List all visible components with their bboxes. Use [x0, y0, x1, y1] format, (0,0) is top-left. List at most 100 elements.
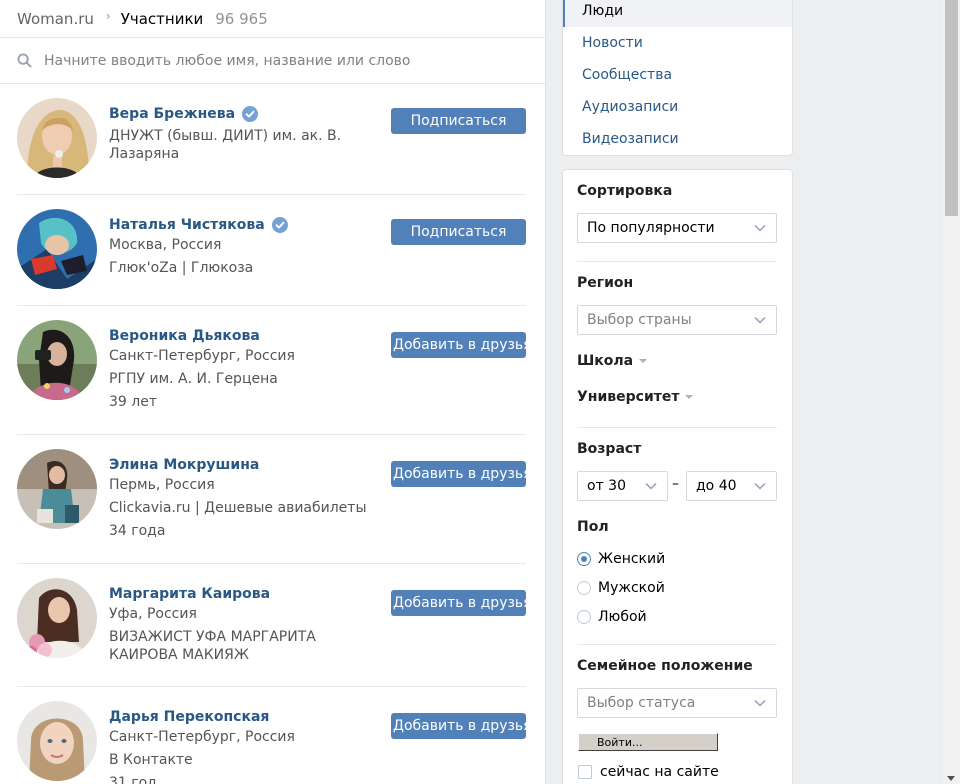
gender-option-any[interactable]: Любой — [577, 602, 665, 631]
breadcrumb-separator-icon: › — [105, 8, 111, 23]
person-info-line: Clickavia.ru | Дешевые авиабилеты — [109, 500, 367, 516]
search-input[interactable] — [44, 52, 464, 69]
person-info-line: 31 год — [109, 775, 157, 784]
avatar[interactable] — [17, 449, 97, 529]
gender-option-label: Мужской — [598, 579, 665, 596]
verified-icon — [242, 106, 259, 122]
person-info-line: Пермь, Россия — [109, 477, 215, 493]
gender-title: Пол — [577, 519, 609, 535]
person-name-link[interactable]: Вера Брежнева — [109, 105, 235, 123]
list-item: Элина Мокрушина Пермь, Россия Clickavia.… — [17, 435, 526, 564]
country-select-placeholder: Выбор страны — [587, 312, 692, 328]
chevron-down-icon — [754, 699, 766, 707]
nav-item-people[interactable]: Люди — [563, 0, 792, 27]
sort-select-value: По популярности — [587, 220, 715, 236]
gender-radio-group: Женский Мужской Любой — [577, 544, 665, 631]
list-item: Вера Брежнева ДНУЖТ (бывш. ДИИТ) им. ак.… — [17, 84, 526, 195]
add-friend-button[interactable]: Добавить в друзья — [391, 332, 526, 358]
family-status-select[interactable]: Выбор статуса — [577, 688, 777, 718]
people-list: Вера Брежнева ДНУЖТ (бывш. ДИИТ) им. ак.… — [0, 84, 545, 784]
radio-unchecked-icon — [577, 609, 591, 624]
search-bar — [0, 38, 545, 84]
avatar[interactable] — [17, 578, 97, 658]
divider — [577, 644, 777, 645]
university-toggle[interactable]: Университет — [577, 389, 694, 405]
nav-item-video[interactable]: Видеозаписи — [563, 123, 792, 155]
person-name: Маргарита Каирова — [109, 585, 369, 603]
subscribe-button[interactable]: Подписаться — [391, 108, 526, 134]
search-results-panel: Woman.ru › Участники 96 965 Вера Брежнев… — [0, 0, 546, 784]
person-name-link[interactable]: Наталья Чистякова — [109, 216, 265, 234]
person-info-line: Москва, Россия — [109, 237, 222, 253]
dropdown-triangle-icon — [685, 395, 694, 399]
person-info-line: Лазаряна — [109, 146, 180, 162]
gender-option-label: Женский — [598, 550, 666, 567]
person-info-line: 39 лет — [109, 394, 157, 410]
age-from-value: от 30 — [587, 478, 626, 494]
list-item: Дарья Перекопская Санкт-Петербург, Росси… — [17, 687, 526, 784]
online-now-checkbox-row[interactable]: сейчас на сайте — [578, 764, 719, 780]
gender-option-female[interactable]: Женский — [577, 544, 665, 573]
person-name: Элина Мокрушина — [109, 456, 369, 474]
breadcrumb-section: Участники — [120, 9, 204, 28]
nav-item-communities[interactable]: Сообщества — [563, 59, 792, 91]
age-title: Возраст — [577, 441, 642, 457]
list-item: Вероника Дьякова Санкт-Петербург, Россия… — [17, 306, 526, 435]
person-name-link[interactable]: Маргарита Каирова — [109, 585, 270, 603]
search-sections-menu: Люди Новости Сообщества Аудиозаписи Виде… — [562, 0, 793, 156]
scrollbar-thumb[interactable] — [945, 0, 958, 216]
sort-select[interactable]: По популярности — [577, 213, 777, 243]
chevron-down-icon — [754, 224, 766, 232]
sort-title: Сортировка — [577, 183, 673, 199]
chevron-down-icon — [754, 482, 766, 490]
person-name: Наталья Чистякова — [109, 216, 369, 234]
avatar[interactable] — [17, 98, 97, 178]
subscribe-button[interactable]: Подписаться — [391, 219, 526, 245]
school-toggle[interactable]: Школа — [577, 353, 648, 369]
add-friend-button[interactable]: Добавить в друзья — [391, 590, 526, 616]
person-name: Дарья Перекопская — [109, 708, 369, 726]
person-info-line: Глюк'oZa | Глюкоза — [109, 260, 254, 276]
checkbox-unchecked-icon[interactable] — [578, 765, 592, 779]
page-scrollbar[interactable] — [943, 0, 960, 784]
person-name-link[interactable]: Элина Мокрушина — [109, 456, 259, 474]
verified-icon — [271, 217, 288, 233]
person-info-line: РГПУ им. А. И. Герцена — [109, 371, 278, 387]
person-name: Вера Брежнева — [109, 105, 369, 123]
add-friend-button[interactable]: Добавить в друзья — [391, 461, 526, 487]
gender-option-male[interactable]: Мужской — [577, 573, 665, 602]
age-to-value: до 40 — [696, 478, 737, 494]
radio-checked-icon — [577, 551, 591, 566]
avatar[interactable] — [17, 320, 97, 400]
chevron-down-icon — [754, 316, 766, 324]
person-name: Вероника Дьякова — [109, 327, 369, 345]
age-from-select[interactable]: от 30 — [577, 471, 668, 501]
person-info-line: Санкт-Петербург, Россия — [109, 348, 295, 364]
nav-item-news[interactable]: Новости — [563, 27, 792, 59]
age-to-select[interactable]: до 40 — [686, 471, 777, 501]
gender-option-label: Любой — [598, 608, 647, 625]
person-name-link[interactable]: Дарья Перекопская — [109, 708, 269, 726]
person-info-line: Санкт-Петербург, Россия — [109, 729, 295, 745]
breadcrumb-community-link[interactable]: Woman.ru — [17, 10, 94, 28]
chevron-down-icon — [645, 482, 657, 490]
person-info-line: Уфа, Россия — [109, 606, 197, 622]
person-info-line: 34 года — [109, 523, 166, 539]
avatar[interactable] — [17, 209, 97, 289]
country-select[interactable]: Выбор страны — [577, 305, 777, 335]
login-button[interactable]: Войти... — [578, 733, 718, 751]
person-info-line: КАИРОВА МАКИЯЖ — [109, 647, 249, 663]
nav-item-audio[interactable]: Аудиозаписи — [563, 91, 792, 123]
divider — [577, 261, 777, 262]
person-info-line: ВИЗАЖИСТ УФА МАРГАРИТА — [109, 629, 316, 645]
family-status-placeholder: Выбор статуса — [587, 695, 696, 711]
person-name-link[interactable]: Вероника Дьякова — [109, 327, 260, 345]
scroll-down-arrow-icon[interactable] — [947, 776, 955, 781]
person-info-line: ДНУЖТ (бывш. ДИИТ) им. ак. В. — [109, 128, 342, 144]
avatar[interactable] — [17, 701, 97, 781]
add-friend-button[interactable]: Добавить в друзья — [391, 713, 526, 739]
divider — [577, 427, 777, 428]
university-label: Университет — [577, 389, 680, 405]
person-info-line: В Контакте — [109, 752, 193, 768]
dropdown-triangle-icon — [639, 359, 648, 363]
